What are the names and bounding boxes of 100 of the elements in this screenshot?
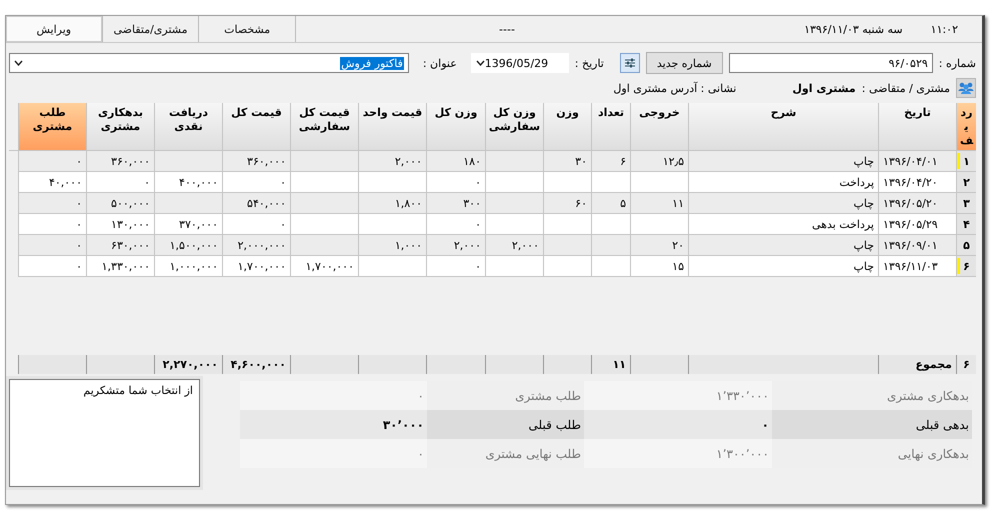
table-cell: [154, 193, 222, 214]
table-cell: [485, 172, 543, 193]
sliders-icon: [624, 57, 636, 69]
date-text: سه شنبه ۱۳۹۶/۱۱/۰۳: [804, 22, 903, 36]
date-field[interactable]: 1396/05/29: [470, 53, 569, 73]
table-cell: ۱۳۹۶/۱۱/۰۳: [878, 256, 956, 277]
chevron-icon: [476, 60, 485, 66]
column-header[interactable]: وزن: [543, 103, 591, 150]
table-cell: ۱۳۹۶/۰۵/۲۹: [878, 214, 956, 235]
table-cell: ۵۴۰,۰۰۰: [222, 193, 290, 214]
table-cell: ۱۳۰,۰۰۰: [86, 214, 154, 235]
table-cell: ۱,۷۰۰,۰۰۰: [290, 256, 358, 277]
customer-name: مشتری اول: [792, 82, 856, 94]
table-cell: ۰: [18, 151, 86, 172]
column-header[interactable]: وزن کل: [426, 103, 485, 150]
table-cell: ۰: [18, 256, 86, 277]
table-cell: ۵: [591, 193, 630, 214]
column-header[interactable]: تعداد: [591, 103, 630, 150]
total-cell: ۶: [956, 355, 976, 374]
row-number: ۱: [956, 151, 976, 172]
table-cell: چاپ: [688, 151, 878, 172]
tab[interactable]: مشخصات: [199, 16, 296, 42]
summary-label: طلب قبلی: [427, 410, 584, 439]
summary-label: بدهی قبلی: [772, 410, 972, 439]
table-cell: چاپ: [688, 256, 878, 277]
column-header[interactable]: خروجی: [630, 103, 688, 150]
table-cell: پرداخت: [688, 172, 878, 193]
note-field[interactable]: از انتخاب شما متشکریم: [9, 379, 200, 487]
clock: ۱۱:۰۲: [930, 22, 958, 36]
table-cell: [591, 256, 630, 277]
column-header[interactable]: قیمت کل سفارشی: [290, 103, 358, 150]
summary-value: ۱٬۳۰۰٬۰۰۰: [584, 439, 772, 468]
table-cell: [290, 214, 358, 235]
table-cell: ۳۷۰,۰۰۰: [154, 214, 222, 235]
tab[interactable]: ویرایش: [6, 16, 103, 42]
column-header[interactable]: قیمت واحد: [358, 103, 426, 150]
table-cell: ۲,۰۰۰,۰۰۰: [222, 235, 290, 256]
table-cell: ۱۵: [630, 256, 688, 277]
table-cell: ۳۶۰,۰۰۰: [222, 151, 290, 172]
title-label: عنوان :: [422, 56, 457, 70]
table-cell: ۴۰۰,۰۰۰: [154, 172, 222, 193]
column-header[interactable]: ردیف: [956, 103, 976, 150]
row-number: ۵: [956, 235, 976, 256]
column-header[interactable]: دریافت نقدی: [154, 103, 222, 150]
row-number: ۶: [956, 256, 976, 277]
table-cell: ۱۸۰: [426, 151, 485, 172]
table-cell: ۲,۰۰۰: [485, 235, 543, 256]
table-cell: [290, 235, 358, 256]
table-cell: ۱,۰۰۰: [358, 235, 426, 256]
column-header[interactable]: طلب مشتری: [18, 103, 86, 150]
column-header[interactable]: قیمت کل: [222, 103, 290, 150]
table-cell: ۲,۰۰۰: [426, 235, 485, 256]
title-combo[interactable]: فاکتور فروش: [9, 53, 409, 73]
table-cell: [358, 214, 426, 235]
calculator-button[interactable]: [620, 53, 640, 73]
table-cell: ۳۰۰: [426, 193, 485, 214]
table-cell: ۱,۳۳۰,۰۰۰: [86, 256, 154, 277]
summary-value: ۳۰٬۰۰۰: [240, 410, 427, 439]
table-cell: ۰: [18, 235, 86, 256]
table-cell: ۰: [426, 172, 485, 193]
table-cell: ۱۳۹۶/۰۵/۲۰: [878, 193, 956, 214]
table-cell: ۱,۷۰۰,۰۰۰: [222, 256, 290, 277]
caret-icon: [14, 60, 23, 66]
table-cell: ۴۰,۰۰۰: [18, 172, 86, 193]
column-header[interactable]: وزن کل سفارشی: [485, 103, 543, 150]
column-header[interactable]: تاریخ: [878, 103, 956, 150]
summary-value: ۰: [240, 381, 427, 410]
row-number: ۲: [956, 172, 976, 193]
new-number-button[interactable]: شماره جدید: [646, 52, 723, 74]
table-cell: [485, 193, 543, 214]
table-cell: ۰: [222, 172, 290, 193]
table-cell: ۶: [591, 151, 630, 172]
table-cell: [358, 256, 426, 277]
number-label: شماره :: [938, 56, 976, 70]
table-cell: ۱,۵۰۰,۰۰۰: [154, 235, 222, 256]
date-label: تاریخ :: [574, 56, 604, 70]
summary-value: ۰: [584, 410, 772, 439]
table-cell: ۳۰: [543, 151, 591, 172]
total-cell: ۱۱: [591, 355, 630, 374]
row-number: ۴: [956, 214, 976, 235]
table-cell: ۵۰۰,۰۰۰: [86, 193, 154, 214]
table-cell: [591, 214, 630, 235]
number-field[interactable]: ۹۶/۰۵۲۹: [728, 53, 933, 73]
total-cell: ۴,۶۰۰,۰۰۰: [222, 355, 290, 374]
table-cell: [630, 214, 688, 235]
table-cell: [543, 172, 591, 193]
table-cell: ۰: [18, 193, 86, 214]
customer-label: مشتری / متقاضی :: [862, 82, 950, 94]
column-header[interactable]: بدهکاری مشتری: [86, 103, 154, 150]
summary-value: ۰: [240, 439, 427, 468]
customers-icon[interactable]: [956, 78, 976, 98]
total-label: مجموع: [878, 355, 956, 374]
column-header[interactable]: شرح: [688, 103, 878, 150]
table-cell: ۲,۰۰۰: [358, 151, 426, 172]
row-number: ۳: [956, 193, 976, 214]
tab[interactable]: مشتری/متقاضی: [102, 16, 200, 42]
table-cell: ۱۳۹۶/۰۴/۲۰: [878, 172, 956, 193]
table-cell: ۰: [426, 214, 485, 235]
table-cell: ۰: [18, 214, 86, 235]
table-cell: ۲۰: [630, 235, 688, 256]
